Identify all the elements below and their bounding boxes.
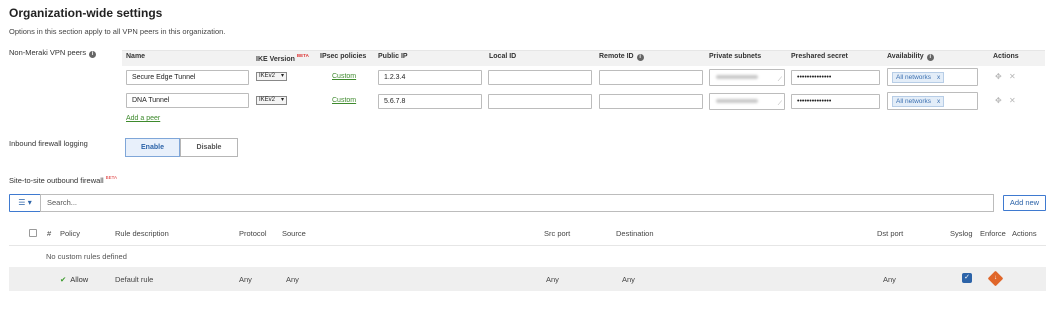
enforce-icon: ↓ — [987, 270, 1004, 287]
drag-handle-icon[interactable]: ✥ — [995, 96, 1002, 105]
page-subtitle: Options in this section apply to all VPN… — [9, 27, 226, 36]
divider — [9, 245, 1046, 246]
destination-cell: Any — [622, 275, 635, 284]
redacted-value — [716, 99, 758, 103]
vpn-peers-label: Non-Meraki VPN peers i — [9, 48, 97, 58]
ike-version-select[interactable]: IKEv2 ▾ — [256, 96, 287, 105]
col-protocol: Protocol — [239, 229, 267, 238]
info-icon[interactable]: i — [926, 54, 934, 61]
col-dst-port: Dst port — [877, 229, 904, 238]
firewall-label: Site-to-site outbound firewall BETA — [9, 175, 118, 185]
check-icon: ✔ — [60, 275, 67, 284]
peer-name-input[interactable]: DNA Tunnel — [126, 93, 249, 108]
src-port-cell: Any — [546, 275, 559, 284]
policy-cell: ✔ Allow — [60, 275, 89, 284]
chevron-down-icon: ▾ — [280, 73, 284, 79]
empty-rules-message: No custom rules defined — [46, 252, 127, 261]
resize-grip-icon: ⟋ — [777, 77, 782, 83]
col-rule-description: Rule description — [115, 229, 169, 238]
checkmark-icon: ✓ — [964, 274, 970, 281]
info-icon[interactable]: i — [89, 51, 97, 58]
logging-label: Inbound firewall logging — [9, 139, 88, 148]
col-local-id: Local ID — [489, 53, 517, 60]
search-input[interactable]: Search... — [40, 194, 994, 212]
rule-description-cell: Default rule — [115, 275, 154, 284]
preshared-secret-input[interactable]: •••••••••••••• — [791, 94, 880, 109]
add-peer-link[interactable]: Add a peer — [126, 115, 160, 122]
availability-chip: All networks x — [892, 72, 945, 83]
ike-version-select[interactable]: IKEv2 ▾ — [256, 72, 287, 81]
page-title: Organization-wide settings — [9, 6, 163, 20]
public-ip-input[interactable]: 1.2.3.4 — [378, 70, 482, 85]
resize-grip-icon: ⟋ — [777, 101, 782, 107]
syslog-checkbox[interactable]: ✓ — [962, 273, 972, 283]
delete-icon[interactable]: ✕ — [1009, 96, 1016, 105]
col-syslog: Syslog — [950, 229, 973, 238]
preshared-secret-input[interactable]: •••••••••••••• — [791, 70, 880, 85]
delete-icon[interactable]: ✕ — [1009, 72, 1016, 81]
filter-dropdown-button[interactable]: ☰ ▾ — [9, 194, 41, 212]
dst-port-cell: Any — [883, 275, 896, 284]
col-preshared-secret: Preshared secret — [791, 53, 848, 60]
col-source: Source — [282, 229, 306, 238]
col-ike-version: IKE VersionBETA — [256, 53, 309, 63]
col-private-subnets: Private subnets — [709, 53, 762, 60]
private-subnets-textarea[interactable]: ⟋ — [709, 69, 785, 86]
col-availability: Availability i — [887, 53, 934, 61]
redacted-value — [716, 75, 758, 79]
select-all-checkbox[interactable] — [29, 229, 37, 237]
col-enforce: Enforce — [980, 229, 1006, 238]
info-icon[interactable]: i — [636, 54, 644, 61]
private-subnets-textarea[interactable]: ⟋ — [709, 93, 785, 110]
availability-select[interactable]: All networks x — [887, 68, 978, 86]
source-cell: Any — [286, 275, 299, 284]
col-policy: Policy — [60, 229, 81, 238]
remote-id-input[interactable] — [599, 94, 703, 109]
drag-handle-icon[interactable]: ✥ — [995, 72, 1002, 81]
peer-name-input[interactable]: Secure Edge Tunnel — [126, 70, 249, 85]
disable-logging-button[interactable]: Disable — [180, 138, 238, 157]
remove-chip-icon[interactable]: x — [937, 74, 940, 81]
local-id-input[interactable] — [488, 94, 592, 109]
col-public-ip: Public IP — [378, 53, 408, 60]
enable-logging-button[interactable]: Enable — [125, 138, 180, 157]
col-actions: Actions — [1012, 229, 1037, 238]
col-src-port: Src port — [544, 229, 571, 238]
col-name: Name — [126, 53, 146, 60]
col-destination: Destination — [616, 229, 654, 238]
col-number: # — [47, 229, 52, 238]
availability-select[interactable]: All networks x — [887, 92, 978, 110]
local-id-input[interactable] — [488, 70, 592, 85]
col-remote-id: Remote ID i — [599, 53, 644, 61]
protocol-cell: Any — [239, 275, 252, 284]
add-new-button[interactable]: Add new — [1003, 195, 1046, 211]
remove-chip-icon[interactable]: x — [937, 98, 940, 105]
public-ip-input[interactable]: 5.6.7.8 — [378, 94, 482, 109]
ipsec-policies-link[interactable]: Custom — [332, 97, 356, 104]
remote-id-input[interactable] — [599, 70, 703, 85]
col-actions: Actions — [993, 53, 1019, 60]
ipsec-policies-link[interactable]: Custom — [332, 73, 356, 80]
availability-chip: All networks x — [892, 96, 945, 107]
col-ipsec-policies: IPsec policies — [320, 53, 367, 60]
chevron-down-icon: ▾ — [280, 97, 284, 103]
sliders-icon: ☰ — [18, 198, 26, 207]
chevron-down-icon: ▾ — [27, 198, 32, 207]
